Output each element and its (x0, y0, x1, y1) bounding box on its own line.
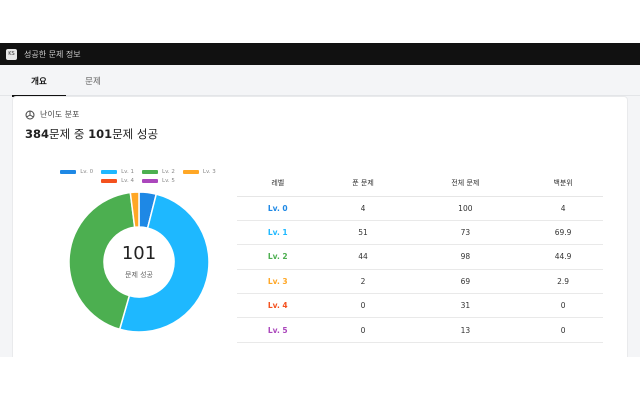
table-row: Lv. 2 44 98 44.9 (237, 244, 603, 270)
tab-problems[interactable]: 문제 (66, 65, 120, 96)
table-row: Lv. 3 2 69 2.9 (237, 269, 603, 295)
legend-swatch (142, 170, 158, 174)
percent-cell: 4 (523, 196, 603, 221)
legend-swatch (142, 179, 158, 183)
summary-total: 384 (25, 127, 50, 141)
legend-item[interactable]: Lv. 2 (142, 169, 175, 175)
tab-overview[interactable]: 개요 (12, 65, 66, 97)
total-cell: 31 (407, 293, 524, 319)
legend-item[interactable]: Lv. 3 (182, 169, 216, 175)
legend-label: Lv. 4 (121, 178, 134, 184)
solved-summary: 384문제 중 101문제 성공 (25, 126, 158, 142)
solved-cell: 4 (318, 196, 408, 221)
percent-cell: 44.9 (523, 244, 603, 270)
total-cell: 73 (407, 220, 524, 246)
section-title: 난이도 분포 (40, 110, 80, 119)
summary-text-mid: 문제 중 (49, 127, 89, 141)
legend-item[interactable]: Lv. 0 (60, 169, 93, 175)
header-total: 전체 문제 (407, 171, 524, 197)
legend-item[interactable]: Lv. 1 (101, 169, 134, 175)
legend-swatch (60, 170, 77, 174)
solved-cell: 51 (318, 220, 408, 246)
legend-label: Lv. 5 (162, 178, 175, 184)
percent-cell: 0 (523, 317, 603, 343)
header-percent: 백분위 (523, 171, 603, 197)
total-cell: 13 (407, 317, 524, 343)
legend-label: Lv. 2 (162, 169, 175, 175)
solved-cell: 44 (318, 244, 408, 270)
extension-window: KS 성공한 문제 정보 개요 문제 난이도 분포 384문제 중 101문제 … (0, 43, 640, 357)
window-title: 성공한 문제 정보 (24, 49, 81, 59)
percent-cell: 69.9 (523, 220, 603, 246)
table-row: Lv. 1 51 73 69.9 (237, 220, 603, 246)
solved-cell: 2 (318, 269, 408, 295)
summary-text-end: 문제 성공 (112, 127, 159, 141)
solved-cell: 0 (318, 317, 408, 343)
table-row: Lv. 4 0 31 0 (237, 293, 603, 319)
level-cell: Lv. 1 (237, 220, 319, 246)
header-solved: 푼 문제 (318, 171, 408, 197)
legend-item[interactable]: Lv. 5 (142, 178, 175, 184)
solved-cell: 0 (318, 293, 408, 319)
level-cell: Lv. 0 (237, 196, 319, 221)
total-cell: 98 (407, 244, 524, 270)
donut-svg (68, 191, 210, 333)
total-cell: 100 (407, 196, 524, 221)
table-row: Lv. 0 4 100 4 (237, 196, 603, 221)
legend-swatch (101, 179, 118, 183)
level-table: 레벨 푼 문제 전체 문제 백분위 Lv. 0 4 100 4 Lv. 1 51 73 69.… (237, 171, 603, 343)
donut-chart: 101 문제 성공 (68, 191, 210, 333)
legend-swatch (101, 170, 118, 174)
summary-solved: 101 (88, 127, 113, 141)
level-cell: Lv. 4 (237, 293, 319, 319)
table-row: Lv. 5 0 13 0 (237, 317, 603, 343)
legend-label: Lv. 1 (121, 169, 134, 175)
donut-slice-lv2[interactable] (68, 191, 136, 331)
header-level: 레벨 (237, 171, 319, 197)
section-header: 난이도 분포 (25, 109, 79, 120)
tab-bar: 개요 문제 (0, 65, 640, 97)
legend-item[interactable]: Lv. 4 (101, 178, 134, 184)
legend-label: Lv. 0 (80, 169, 94, 175)
level-cell: Lv. 5 (237, 317, 319, 343)
table-header-row: 레벨 푼 문제 전체 문제 백분위 (237, 171, 603, 197)
chart-legend: Lv. 0 Lv. 1 Lv. 2 Lv. 3 Lv. 4 Lv. 5 (53, 169, 223, 184)
total-cell: 69 (407, 269, 524, 295)
percent-cell: 2.9 (523, 269, 603, 295)
title-bar: KS 성공한 문제 정보 (0, 43, 640, 65)
legend-label: Lv. 3 (202, 169, 216, 175)
percent-cell: 0 (523, 293, 603, 319)
level-cell: Lv. 3 (237, 269, 319, 295)
level-cell: Lv. 2 (237, 244, 319, 270)
legend-swatch (182, 170, 199, 174)
pie-chart-icon (25, 110, 35, 119)
difficulty-card: 난이도 분포 384문제 중 101문제 성공 Lv. 0 Lv. 1 Lv. 2L… (12, 96, 628, 357)
app-icon: KS (6, 48, 17, 60)
